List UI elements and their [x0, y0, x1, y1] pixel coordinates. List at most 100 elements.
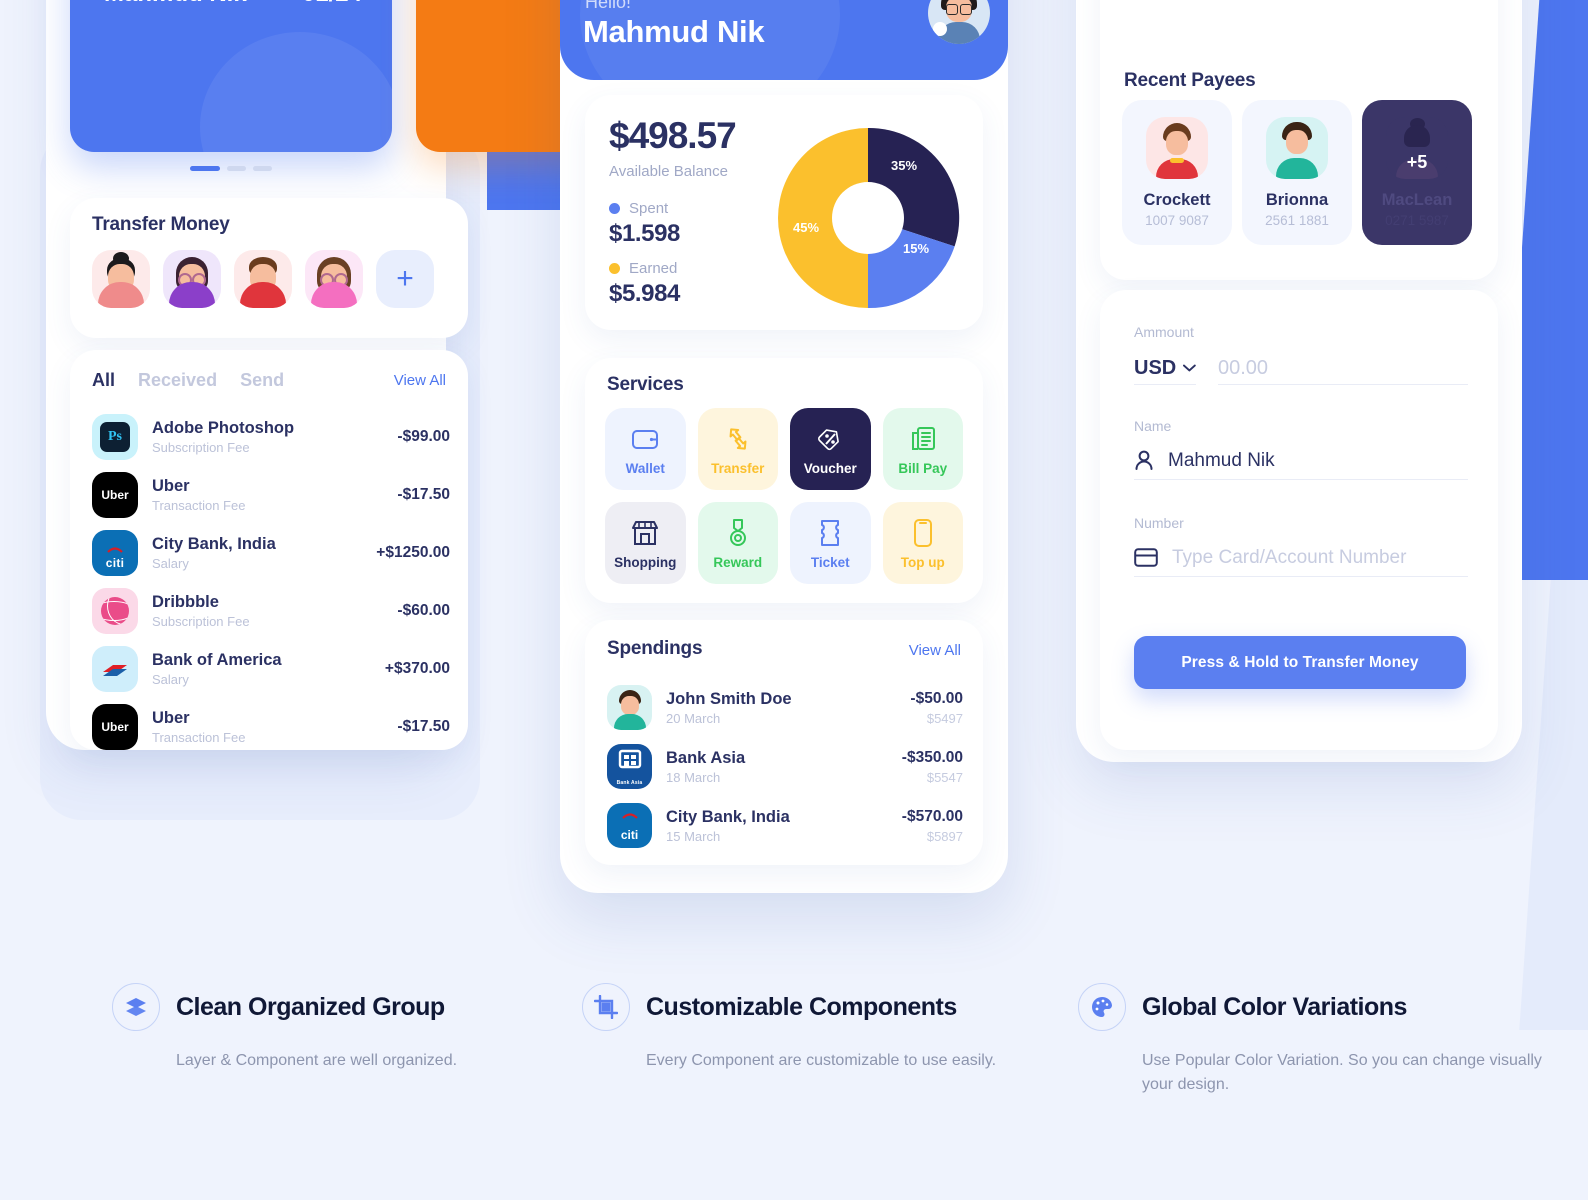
services-title: Services — [607, 374, 684, 395]
payee-more-badge: +5 — [1406, 152, 1428, 172]
user-name: Mahmud Nik — [583, 14, 765, 49]
transaction-name: Bank of America — [152, 651, 282, 670]
spending-date: 20 March — [666, 710, 721, 726]
payee-avatar — [1146, 117, 1208, 179]
citi-glyph: citi — [620, 828, 639, 842]
payee-name: Brionna — [1265, 191, 1329, 209]
bank-of-america-icon — [92, 646, 138, 692]
table-row[interactable]: Ps Adobe Photoshop Subscription Fee -$99… — [92, 408, 450, 466]
transactions-card: All Received Send View All Ps Adobe Phot… — [70, 350, 468, 750]
table-row[interactable]: Uber Uber Transaction Fee -$17.50 — [92, 466, 450, 524]
pager-dot-1[interactable] — [190, 166, 220, 171]
transaction-sub: Salary — [152, 555, 189, 571]
bill-pay-icon — [909, 422, 937, 456]
spending-date: 15 March — [666, 828, 721, 844]
list-item[interactable]: Bank Asia Bank Asia 18 March -$350.00 $5… — [607, 737, 963, 796]
credit-card-primary[interactable]: 2598 1073 CARD HOLDER Mahmud Nik EXPIRES… — [70, 0, 392, 152]
recent-payees-title: Recent Payees — [1124, 70, 1256, 91]
ticket-icon — [819, 516, 841, 550]
table-row[interactable]: citi City Bank, India Salary +$1250.00 — [92, 524, 450, 582]
pager-dot-3[interactable] — [253, 166, 272, 171]
donut-hole — [832, 182, 904, 254]
transaction-amount: +$1250.00 — [376, 544, 450, 561]
transfer-money-title: Transfer Money — [92, 214, 230, 235]
feature-description: Use Popular Color Variation. So you can … — [1142, 1052, 1542, 1093]
spending-amount: -$570.00 — [901, 807, 963, 825]
service-bill-pay[interactable]: Bill Pay — [882, 408, 963, 490]
boa-flag-icon — [103, 665, 127, 676]
contact-avatar-2[interactable] — [163, 250, 221, 308]
tab-received[interactable]: Received — [138, 370, 217, 391]
card-number-input[interactable]: Type Card/Account Number — [1134, 539, 1468, 577]
service-ticket[interactable]: Ticket — [790, 502, 871, 584]
contact-avatar-1[interactable] — [92, 250, 150, 308]
transactions-list: Ps Adobe Photoshop Subscription Fee -$99… — [92, 408, 450, 750]
transaction-sub: Transaction Fee — [152, 729, 246, 745]
spendings-view-all-link[interactable]: View All — [909, 642, 961, 659]
service-label: Shopping — [614, 555, 677, 570]
card-decoration — [200, 32, 392, 152]
service-label: Transfer — [711, 461, 765, 476]
contact-avatar-4[interactable] — [305, 250, 363, 308]
feature-global-color-variations: Global Color Variations Use Popular Colo… — [1078, 983, 1548, 1097]
spending-name: Bank Asia — [666, 748, 746, 767]
wallet-icon — [631, 422, 659, 456]
service-wallet[interactable]: Wallet — [605, 408, 686, 490]
add-contact-button[interactable]: + — [376, 250, 434, 308]
list-item[interactable]: citi City Bank, India 15 March -$570.00 … — [607, 796, 963, 855]
photoshop-icon: Ps — [92, 414, 138, 460]
tab-send[interactable]: Send — [240, 370, 284, 391]
transaction-name: Adobe Photoshop — [152, 419, 295, 438]
balance-donut-chart: 35% 15% 45% — [775, 125, 961, 311]
spending-name: John Smith Doe — [666, 689, 792, 708]
name-input[interactable]: Mahmud Nik — [1134, 442, 1468, 480]
donut-label-2: 15% — [903, 241, 930, 256]
payee-number: 1007 9087 — [1145, 213, 1209, 228]
card-expires-value: 01/24 — [302, 0, 362, 8]
transfer-button-label: Press & Hold to Transfer Money — [1181, 653, 1419, 671]
service-transfer[interactable]: Transfer — [697, 408, 778, 490]
plus-icon: + — [396, 262, 414, 295]
table-row[interactable]: Uber Uber Transaction Fee -$17.50 — [92, 698, 450, 750]
spending-name: City Bank, India — [666, 807, 790, 826]
amount-input[interactable]: 00.00 — [1218, 352, 1468, 385]
service-label: Ticket — [810, 555, 850, 570]
tab-all[interactable]: All — [92, 370, 115, 391]
name-label: Name — [1134, 418, 1172, 434]
legend-label-earned: Earned — [629, 260, 678, 277]
payee-card-1[interactable]: Crockett 1007 9087 — [1122, 100, 1232, 245]
table-row[interactable]: Dribbble Subscription Fee -$60.00 — [92, 582, 450, 640]
transaction-sub: Subscription Fee — [152, 439, 250, 455]
transaction-amount: -$60.00 — [397, 602, 450, 619]
press-hold-transfer-button[interactable]: Press & Hold to Transfer Money — [1134, 636, 1466, 689]
payee-name: Crockett — [1143, 191, 1211, 209]
service-reward[interactable]: Reward — [697, 502, 778, 584]
payee-name: MacLean — [1381, 191, 1453, 209]
transactions-view-all-link[interactable]: View All — [394, 372, 446, 389]
service-voucher[interactable]: Voucher — [790, 408, 871, 490]
citi-icon: citi — [92, 530, 138, 576]
crop-icon — [582, 983, 630, 1031]
currency-select[interactable]: USD — [1134, 352, 1196, 385]
card-carousel-pager[interactable] — [70, 166, 392, 171]
transaction-sub: Subscription Fee — [152, 613, 250, 629]
balance-card: $498.57 Available Balance Spent $1.598 E… — [585, 95, 983, 330]
feature-title: Clean Organized Group — [176, 992, 445, 1021]
spendings-title: Spendings — [607, 638, 703, 659]
spendings-list: John Smith Doe 20 March -$50.00 $5497 Ba… — [607, 678, 963, 855]
transaction-name: Uber — [152, 477, 190, 496]
services-card: Services Wallet Transfer Voucher Bill Pa… — [585, 358, 983, 603]
list-item[interactable]: John Smith Doe 20 March -$50.00 $5497 — [607, 678, 963, 737]
service-top-up[interactable]: Top up — [882, 502, 963, 584]
contact-avatar-3[interactable] — [234, 250, 292, 308]
person-icon — [1135, 450, 1153, 470]
payee-card-more[interactable]: +5 MacLean 0271 5987 — [1362, 100, 1472, 245]
service-label: Voucher — [803, 461, 857, 476]
service-label: Bill Pay — [898, 461, 948, 476]
service-shopping[interactable]: Shopping — [605, 502, 686, 584]
payee-card-2[interactable]: Brionna 2561 1881 — [1242, 100, 1352, 245]
bank-asia-glyph: Bank Asia — [616, 780, 643, 786]
uber-glyph: Uber — [101, 720, 129, 734]
pager-dot-2[interactable] — [227, 166, 246, 171]
table-row[interactable]: Bank of America Salary +$370.00 — [92, 640, 450, 698]
